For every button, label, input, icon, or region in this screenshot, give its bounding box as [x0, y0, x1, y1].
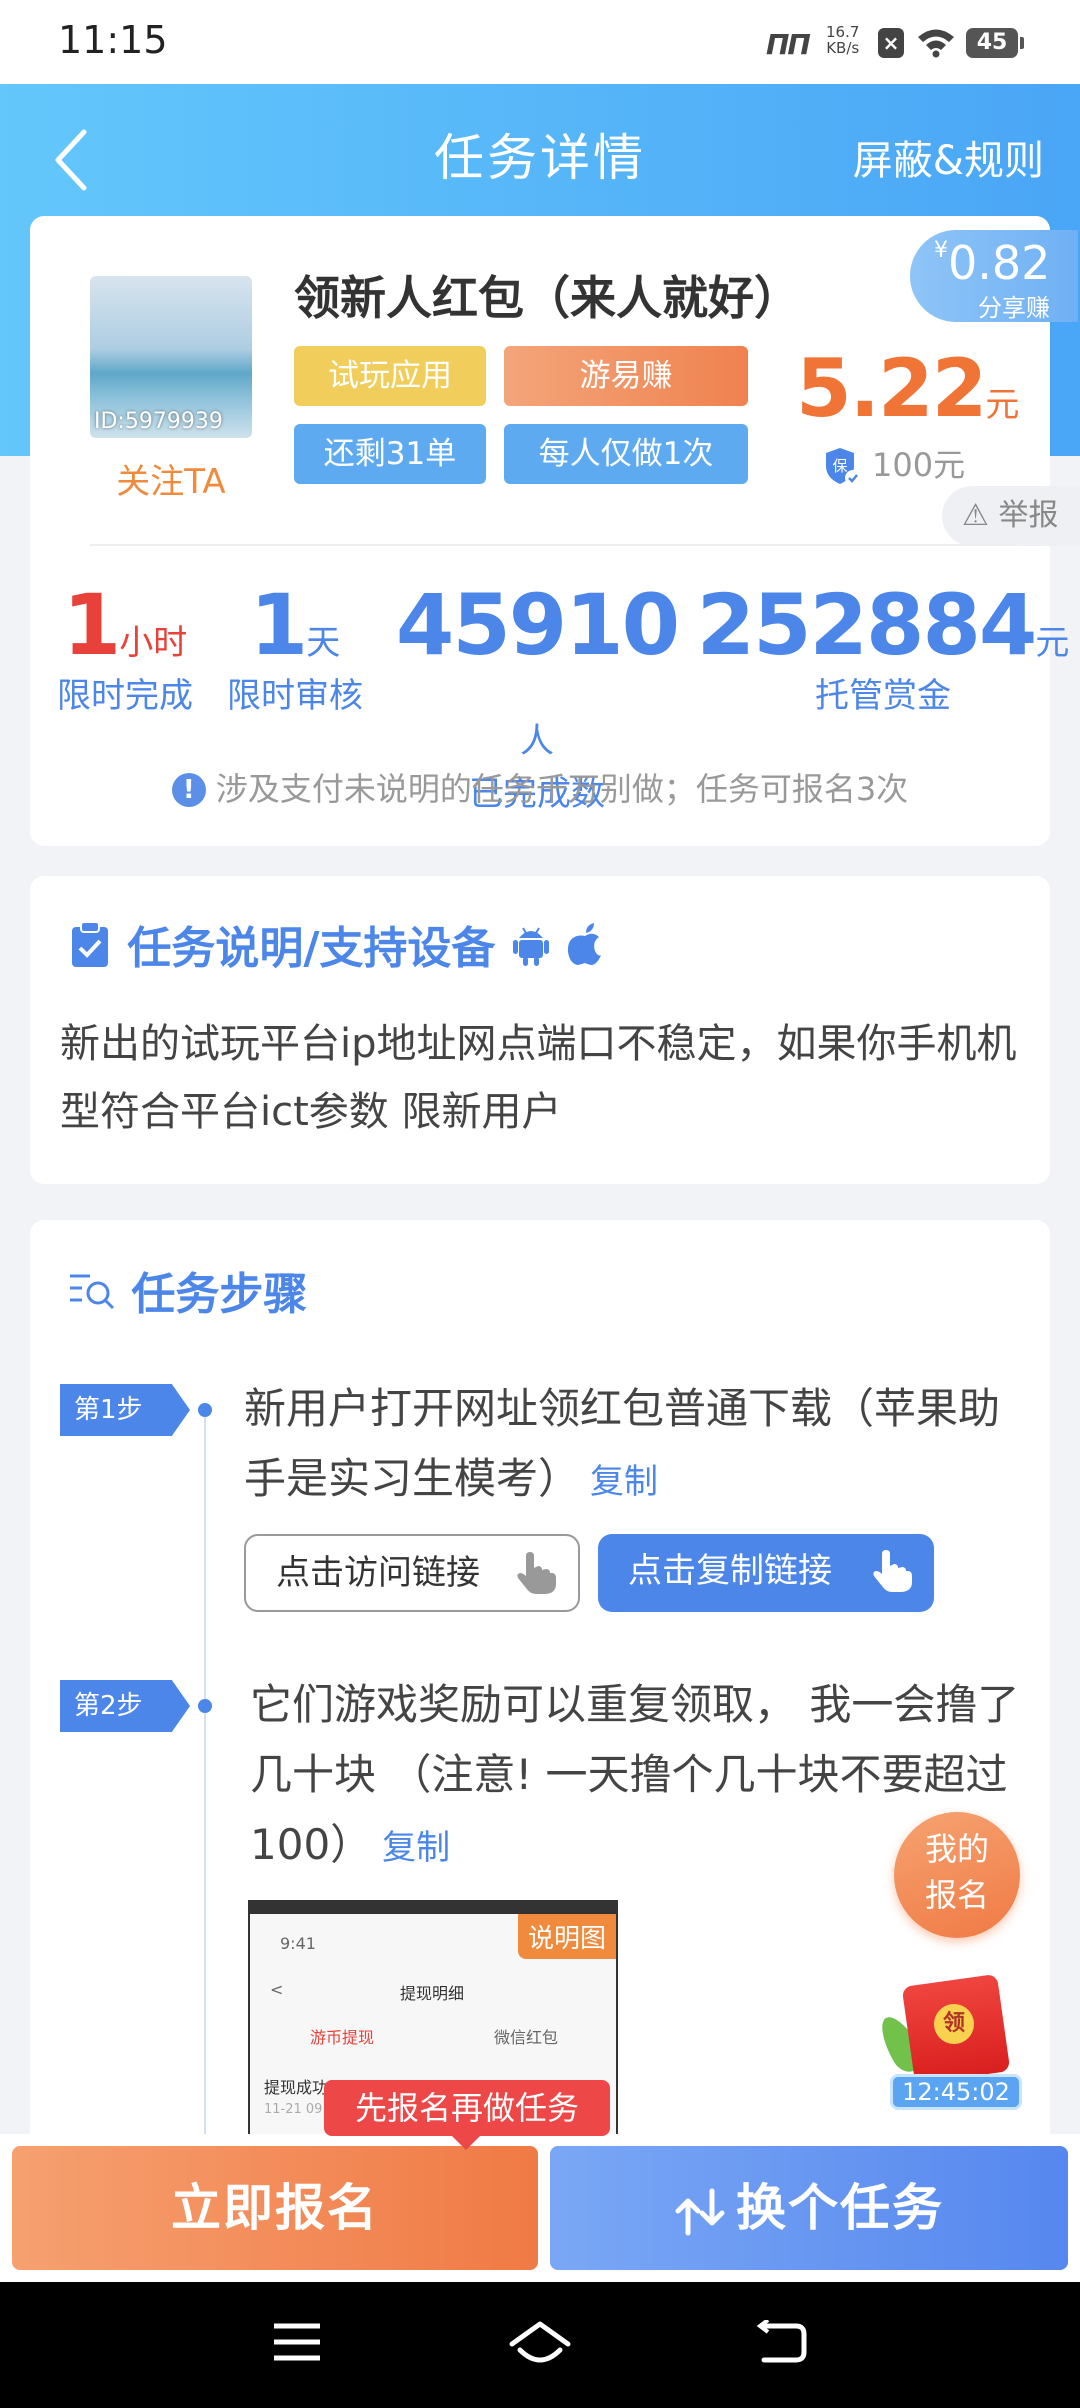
system-nav-bar [0, 2282, 1080, 2408]
publisher-avatar[interactable]: ID:5979939 [90, 276, 252, 438]
hand-tap-icon [517, 1552, 556, 1594]
deposit-info: 保 100元 [822, 440, 965, 488]
menu-icon[interactable] [270, 2320, 324, 2364]
net-speed: 16.7 KB/s [826, 24, 859, 56]
timeline-dot [198, 1403, 212, 1417]
clipboard-check-icon [72, 921, 108, 967]
warning-notice: ! 涉及支付未说明的任务千万别做；任务可报名3次 [30, 764, 1050, 810]
publisher-id: ID:5979939 [94, 409, 223, 434]
timeline-dot [198, 1699, 212, 1713]
task-description-card: 任务说明/支持设备 新出的试玩平台ip地址网点端口不稳定，如果你手机机型符合平台… [30, 876, 1050, 1184]
stat-value: 45910 [395, 576, 680, 674]
notice-text: 涉及支付未说明的任务千万别做；任务可报名3次 [215, 770, 909, 808]
report-button[interactable]: ⚠ 举报 [942, 486, 1080, 546]
share-earn-badge[interactable]: ¥0.82 分享赚 [910, 230, 1078, 322]
android-icon [512, 927, 549, 966]
step-badge: 第2步 [60, 1680, 190, 1732]
deposit-amount: 100元 [872, 446, 966, 484]
signal-icon: ПП [766, 28, 811, 61]
envelope-timer: 12:45:02 [890, 2074, 1022, 2110]
reward-value: 5.22 [796, 342, 987, 435]
step-badge: 第1步 [60, 1384, 190, 1436]
warning-icon: ⚠ [962, 498, 989, 533]
shot-tab-right: 微信红包 [494, 2028, 559, 2047]
shot-back-icon: < [270, 1980, 284, 1999]
rules-button[interactable]: 屏蔽&规则 [853, 128, 1044, 186]
task-reward: 5.22元 [796, 342, 1019, 435]
share-amount: 0.82 [948, 236, 1051, 290]
stat-caption: 限时审核 [227, 676, 363, 716]
stat-value: 1 [62, 576, 121, 674]
signup-button[interactable]: 立即报名 [12, 2146, 538, 2270]
stat-unit: 元 [1035, 623, 1070, 663]
copy-link[interactable]: 复制 [590, 1462, 658, 1502]
back-icon[interactable] [754, 2320, 808, 2366]
tag-limit: 每人仅做1次 [504, 424, 748, 484]
copy-link-button[interactable]: 点击复制链接 [598, 1534, 934, 1612]
status-time: 11:15 [58, 18, 168, 62]
task-name: 领新人红包（来人就好） [294, 271, 800, 325]
divider [90, 544, 1010, 546]
step-text: 新用户打开网址领红包普通下载（苹果助手是实习生模考） 复制 [244, 1374, 1020, 1517]
battery-icon: 45 [966, 28, 1024, 58]
share-label: 分享赚 [978, 294, 1050, 322]
steps-title-text: 任务步骤 [131, 1269, 308, 1320]
info-icon: ! [171, 773, 206, 807]
shield-icon: 保 [826, 448, 861, 486]
stat-unit: 人 [520, 721, 554, 761]
reward-unit: 元 [985, 385, 1020, 425]
stat-caption: 托管赏金 [815, 676, 951, 716]
home-icon[interactable] [508, 2320, 572, 2368]
description-title-text: 任务说明/支持设备 [127, 923, 496, 974]
stat-escrow-reward: 252884元 托管赏金 [696, 576, 1070, 717]
stat-finish-time: 1小时 限时完成 [40, 576, 210, 717]
my-signups-line1: 我的 [924, 1830, 989, 1868]
status-bar: 11:15 ПП 16.7 KB/s × 45 [0, 0, 1080, 84]
stat-value: 252884 [696, 576, 1038, 674]
copy-link[interactable]: 复制 [382, 1828, 450, 1868]
visit-link-button[interactable]: 点击访问链接 [244, 1534, 580, 1612]
switch-task-button[interactable]: 换个任务 [550, 2146, 1068, 2270]
notification-x-icon: × [878, 28, 904, 58]
stat-caption: 限时完成 [57, 676, 193, 716]
stat-unit: 天 [306, 623, 341, 663]
tag-remaining: 还剩31单 [294, 424, 486, 484]
envelope-coin: 领 [934, 2004, 974, 2044]
tag-platform: 游易赚 [504, 346, 748, 406]
stat-review-time: 1天 限时审核 [210, 576, 380, 717]
red-envelope-widget[interactable]: 领 12:45:02 [873, 1973, 1026, 2114]
tag-trial-app: 试玩应用 [294, 346, 486, 406]
my-signups-line2: 报名 [924, 1876, 989, 1914]
description-title: 任务说明/支持设备 [68, 912, 604, 976]
apple-icon [567, 923, 602, 965]
follow-button[interactable]: 关注TA [90, 454, 252, 503]
copy-link-label: 点击复制链接 [628, 1551, 832, 1591]
svg-text:保: 保 [832, 457, 847, 475]
steps-title: 任务步骤 [68, 1258, 307, 1322]
my-signups-button[interactable]: 我的 报名 [894, 1812, 1020, 1938]
swap-arrows-icon [675, 2188, 725, 2235]
share-currency: ¥ [934, 238, 948, 263]
hand-tap-icon [873, 1550, 912, 1592]
visit-link-label: 点击访问链接 [276, 1553, 480, 1593]
shot-time: 9:41 [280, 1934, 316, 1953]
stat-unit: 小时 [119, 623, 188, 663]
shot-title: 提现明细 [400, 1984, 465, 2003]
shot-tab-left: 游币提现 [310, 2028, 375, 2047]
image-caption: 说明图 [517, 1914, 616, 1959]
net-speed-unit: KB/s [826, 39, 860, 57]
report-label: 举报 [998, 498, 1059, 533]
wifi-icon [918, 29, 954, 58]
step-timeline [204, 1412, 206, 2212]
list-search-icon [70, 1274, 115, 1310]
description-text: 新出的试玩平台ip地址网点端口不稳定，如果你手机机型符合平台ict参数 限新用户 [60, 1021, 1017, 1135]
shot-row-label: 提现成功 [264, 2078, 329, 2097]
task-summary-card: ID:5979939 关注TA 领新人红包（来人就好） 试玩应用 游易赚 还剩3… [30, 216, 1080, 846]
stat-value: 1 [249, 576, 308, 674]
signup-tooltip: 先报名再做任务 [324, 2080, 610, 2150]
switch-task-label: 换个任务 [736, 2179, 944, 2237]
